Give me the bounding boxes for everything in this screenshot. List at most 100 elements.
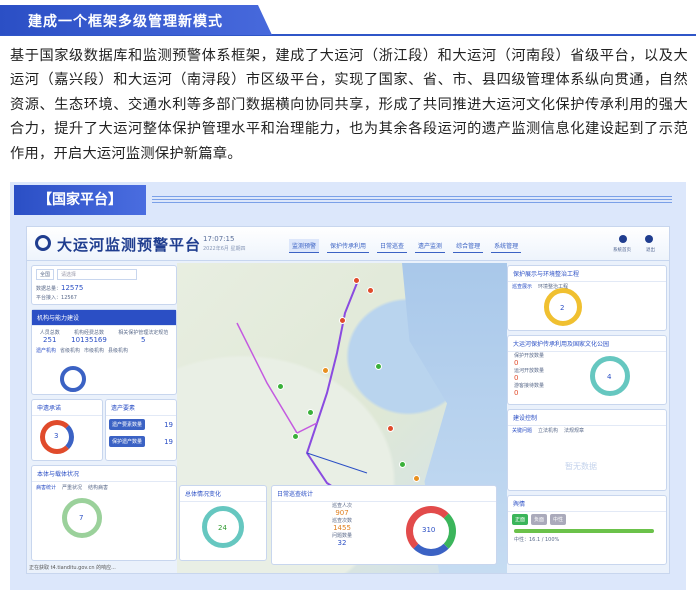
stat-label: 数据总量：	[36, 286, 62, 292]
app-topbar: 大运河监测预警平台 17:07:15 2022年6月 星期四 监测预警 保护传承…	[27, 227, 669, 261]
body-paragraph: 基于国家级数据库和监测预警体系框架，建成了大运河（浙江段）和大运河（河南段）省级…	[10, 48, 688, 162]
elem-value: 19	[164, 420, 173, 429]
app-title: 大运河监测预警平台	[57, 236, 202, 254]
app-date: 2022年6月 星期四	[203, 246, 246, 252]
card-title: 遗产要素	[106, 400, 176, 416]
plan-card: 建设控制 关键问题 立法机构 法规规章	[507, 409, 667, 491]
nav-item[interactable]: 系统管理	[491, 239, 522, 253]
org-label: 相关保护管理法定规范	[118, 330, 169, 336]
org-donut	[60, 366, 86, 392]
map-marker[interactable]	[339, 317, 346, 324]
nav-item[interactable]: 遗产监测	[415, 239, 446, 253]
map-marker[interactable]	[277, 383, 284, 390]
card-title: 总体情况变化	[180, 486, 266, 502]
plan-tab[interactable]: 法规规章	[564, 427, 584, 434]
ecology-tab[interactable]: 巡查展示	[512, 283, 532, 290]
tour-row-label: 游客接待数量	[514, 383, 545, 389]
no-data-text: 暂无数据	[565, 462, 597, 471]
map-marker[interactable]	[375, 363, 382, 370]
body-card: 本体与载体状况 病害统计 严重状况 结构病害 7	[31, 465, 177, 561]
map-marker[interactable]	[413, 475, 420, 482]
nav-item[interactable]: 综合管理	[453, 239, 484, 253]
opinion-tab[interactable]: 中性	[550, 514, 567, 525]
app-logo-icon	[35, 235, 51, 251]
map-marker[interactable]	[399, 461, 406, 468]
org-value: 5	[141, 336, 146, 344]
search-input[interactable]: 请选择	[57, 269, 138, 280]
platform-screenshot: 大运河监测预警平台 17:07:15 2022年6月 星期四 监测预警 保护传承…	[26, 226, 670, 574]
stat-value: 12575	[61, 284, 84, 292]
daily-label: 问题数量	[332, 533, 353, 539]
tour-row-label: 运河开放数量	[514, 368, 545, 374]
card-title: 机构与能力建设	[32, 310, 176, 326]
org-value: 251	[43, 336, 57, 344]
elem-card: 遗产要素 遗产要素数量 19 保护遗产数量 19	[105, 399, 177, 461]
daily-label: 巡查人次	[332, 503, 353, 509]
map-marker[interactable]	[292, 433, 299, 440]
org-card: 机构与能力建设 人员总数 251 机构经费总数 10135169 相关保护管理法定规…	[31, 309, 177, 395]
map-marker[interactable]	[367, 287, 374, 294]
org-label: 机构经费总数	[73, 330, 104, 336]
org-tab[interactable]: 省级机构	[60, 347, 80, 354]
opinion-tab[interactable]: 正面	[512, 514, 529, 525]
org-tab[interactable]: 县级机构	[108, 347, 128, 354]
search-card: 全国 请选择 数据总量：12575 平台接入：12567	[31, 265, 177, 305]
tour-row-value: 0	[514, 389, 519, 397]
opinion-tab[interactable]: 负面	[531, 514, 548, 525]
plan-tab[interactable]: 关键问题	[512, 427, 532, 434]
elem-value: 19	[164, 437, 173, 446]
daily-center-value: 310	[422, 526, 436, 534]
env-card: 总体情况变化 24	[179, 485, 267, 561]
card-title: 本体与载体状况	[32, 466, 176, 482]
stat-label: 平台接入：	[36, 295, 62, 301]
logout-label[interactable]: 退出	[646, 247, 655, 253]
nav-item[interactable]: 日常巡查	[377, 239, 408, 253]
card-title: 申遗承诺	[32, 400, 102, 416]
stat-value: 12567	[61, 295, 77, 301]
home-label[interactable]: 系统首页	[613, 247, 631, 253]
map-marker[interactable]	[322, 367, 329, 374]
map-marker[interactable]	[307, 409, 314, 416]
region-select[interactable]: 全国	[36, 269, 55, 280]
map-marker[interactable]	[387, 425, 394, 432]
daily-value: 1455	[333, 524, 351, 532]
opinion-label: 中性：16.1 / 100%	[514, 537, 560, 543]
tour-row-value: 0	[514, 374, 519, 382]
body-tab[interactable]: 病害统计	[36, 484, 56, 491]
panel-tab-label: 【国家平台】	[14, 185, 146, 215]
section-title: 建成一个框架多级管理新模式	[28, 14, 223, 30]
tour-card: 大运河保护传承利用及国家文化公园 保护开放数量 0 运河开放数量 0 游客接待数…	[507, 335, 667, 405]
body-tab[interactable]: 结构病害	[88, 484, 108, 491]
daily-value: 907	[335, 509, 349, 517]
tour-row-label: 保护开放数量	[514, 353, 545, 359]
card-title: 舆情	[508, 496, 666, 512]
org-label: 人员总数	[39, 330, 60, 336]
map-marker[interactable]	[353, 277, 360, 284]
body-tab[interactable]: 严重状况	[62, 484, 82, 491]
nav-item[interactable]: 监测预警	[289, 239, 320, 253]
tour-value: 4	[607, 373, 612, 381]
org-value: 10135169	[71, 336, 107, 344]
org-tab[interactable]: 遗产机构	[36, 347, 56, 354]
elem-row-label: 保护遗产数量	[109, 436, 146, 447]
decor-stripes	[152, 196, 672, 204]
card-title: 保护展示与环境整治工程	[508, 266, 666, 282]
daily-card: 日常巡查统计 巡查人次 907 巡查次数 1455 问题数量 32 310	[271, 485, 497, 565]
home-icon[interactable]	[619, 235, 627, 243]
ecology-value: 2	[560, 304, 565, 312]
status-footnote: 正在获取 t4.tianditu.gov.cn 的响应...	[29, 565, 116, 571]
daily-value: 32	[337, 539, 347, 547]
apply-value: 3	[54, 432, 59, 440]
plan-tab[interactable]: 立法机构	[538, 427, 558, 434]
card-title: 大运河保护传承利用及国家文化公园	[508, 336, 666, 352]
nav-item[interactable]: 保护传承利用	[327, 239, 370, 253]
app-nav: 监测预警 保护传承利用 日常巡查 遗产监测 综合管理 系统管理	[289, 239, 522, 253]
daily-label: 巡查次数	[332, 518, 353, 524]
org-tab[interactable]: 市级机构	[84, 347, 104, 354]
ecology-card: 保护展示与环境整治工程 巡查展示 环境整治工程 2	[507, 265, 667, 331]
card-title: 建设控制	[508, 410, 666, 426]
card-title: 日常巡查统计	[272, 486, 496, 502]
opinion-card: 舆情 正面 负面 中性 中性：16.1 / 100%	[507, 495, 667, 565]
logout-icon[interactable]	[645, 235, 653, 243]
opinion-bar	[514, 529, 654, 533]
